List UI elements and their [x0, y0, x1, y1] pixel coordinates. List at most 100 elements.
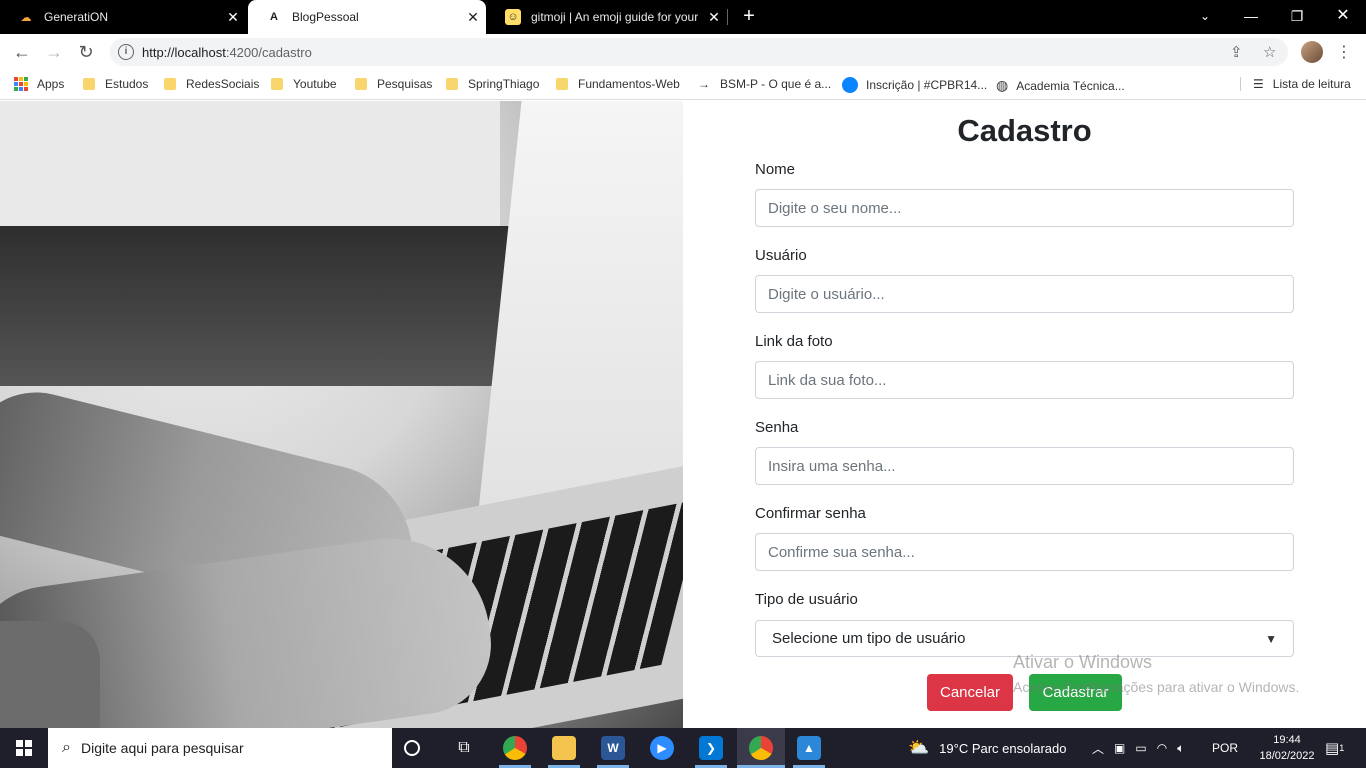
back-icon[interactable]: ←	[10, 40, 34, 64]
notifications-icon[interactable]: ▤ 1	[1325, 728, 1344, 768]
bookmark-apps[interactable]: Apps	[14, 77, 64, 91]
name-input[interactable]	[755, 189, 1294, 227]
gitmoji-icon: ☺	[505, 9, 521, 25]
restore-button[interactable]: ❐	[1274, 0, 1320, 34]
volume-icon: 🔈︎	[1177, 740, 1185, 755]
page-content: Cadastro Nome Usuário Link da foto Senha…	[0, 101, 1366, 728]
address-bar[interactable]: i http://localhost:4200/cadastro ⇪ ☆	[110, 38, 1288, 66]
globe-icon: ◍	[996, 77, 1009, 93]
windows-logo-icon	[16, 740, 32, 756]
zoom-icon[interactable]: ▶	[650, 736, 674, 760]
windows-taskbar: ⌕ Digite aqui para pesquisar ⧉ W ▶ ❯ ▲ ⛅…	[0, 728, 1366, 768]
bookmark-star-icon[interactable]: ☆	[1263, 43, 1276, 61]
reading-list-icon: ☰	[1253, 77, 1264, 91]
angular-icon: A	[270, 11, 278, 23]
apps-grid-icon	[14, 77, 28, 91]
bookmarks-bar: Apps Estudos RedesSociais Youtube Pesqui…	[0, 70, 1366, 100]
photos-icon[interactable]: ▲	[797, 736, 821, 760]
photo-link-label: Link da foto	[755, 333, 833, 350]
cortana-icon[interactable]	[404, 740, 420, 756]
tab-title: BlogPessoal	[292, 10, 359, 24]
register-form: Cadastro Nome Usuário Link da foto Senha…	[683, 101, 1366, 728]
folder-icon	[355, 78, 367, 90]
bookmark-folder[interactable]: Youtube	[271, 77, 337, 91]
weather-widget[interactable]: ⛅ 19°C Parc ensolarado	[908, 728, 1067, 768]
arrow-icon: →	[698, 77, 710, 91]
name-label: Nome	[755, 161, 796, 178]
browser-tab-strip: ☁ GeneratiON ✕ A BlogPessoal ✕ ☺ gitmoji…	[0, 0, 1366, 34]
minimize-button[interactable]: —	[1228, 0, 1274, 34]
url-text[interactable]: http://localhost:4200/cadastro	[142, 45, 312, 60]
username-input[interactable]	[755, 275, 1294, 313]
close-tab-icon[interactable]: ✕	[701, 9, 727, 26]
tab-title: gitmoji | An emoji guide for your	[531, 10, 699, 24]
bookmark-folder[interactable]: Fundamentos-Web	[556, 77, 680, 91]
username-label: Usuário	[755, 247, 807, 264]
folder-icon	[83, 78, 95, 90]
battery-icon: ▭	[1135, 741, 1147, 755]
clock-date: 18/02/2022	[1259, 750, 1315, 762]
clock-time: 19:44	[1273, 734, 1301, 746]
search-icon: ⌕	[62, 739, 71, 756]
weather-text: 19°C Parc ensolarado	[939, 740, 1067, 756]
new-tab-button[interactable]: +	[738, 6, 760, 28]
forward-icon[interactable]: →	[42, 40, 66, 64]
bookmark-link[interactable]: ◍ Academia Técnica...	[996, 77, 1125, 94]
chrome-profile-icon[interactable]	[749, 736, 773, 760]
search-placeholder: Digite aqui para pesquisar	[80, 740, 244, 756]
start-button[interactable]	[0, 728, 48, 768]
tab-gitmoji[interactable]: ☺ gitmoji | An emoji guide for your ✕	[487, 0, 727, 34]
cancel-button[interactable]: Cancelar	[927, 674, 1013, 711]
taskbar-search[interactable]: ⌕ Digite aqui para pesquisar	[48, 728, 392, 768]
circle-icon	[842, 77, 858, 93]
tab-title: GeneratiON	[44, 10, 109, 24]
profile-avatar[interactable]	[1301, 41, 1323, 63]
site-info-icon[interactable]: i	[118, 44, 134, 60]
hero-image	[0, 101, 683, 728]
vscode-icon[interactable]: ❯	[699, 736, 723, 760]
word-icon[interactable]: W	[601, 736, 625, 760]
tray-icons[interactable]: ︿ ▣ ▭ ◠ 🔈︎	[1092, 728, 1184, 768]
reload-icon[interactable]: ↻	[74, 40, 98, 64]
user-type-selected: Selecione um tipo de usuário	[772, 630, 966, 647]
photo-link-input[interactable]	[755, 361, 1294, 399]
page-title: Cadastro	[957, 113, 1092, 148]
chrome-icon[interactable]	[503, 736, 527, 760]
folder-icon	[271, 78, 283, 90]
user-type-label: Tipo de usuário	[755, 591, 858, 608]
close-tab-icon[interactable]: ✕	[460, 9, 486, 26]
user-type-select[interactable]: Selecione um tipo de usuário ▼	[755, 620, 1294, 657]
clock[interactable]: 19:44 18/02/2022	[1257, 732, 1317, 764]
confirm-password-input[interactable]	[755, 533, 1294, 571]
weather-icon: ⛅	[908, 738, 930, 757]
tab-generation[interactable]: ☁ GeneratiON ✕	[0, 0, 246, 34]
browser-menu-icon[interactable]: ⋮	[1336, 42, 1352, 62]
register-button[interactable]: Cadastrar	[1029, 674, 1122, 711]
bookmark-folder[interactable]: Pesquisas	[355, 77, 432, 91]
close-tab-icon[interactable]: ✕	[220, 9, 246, 26]
wifi-icon: ◠	[1156, 741, 1168, 755]
bookmark-link[interactable]: → BSM-P - O que é a...	[698, 77, 831, 91]
close-window-button[interactable]: ✕	[1320, 0, 1366, 34]
tab-separator	[727, 9, 728, 25]
folder-icon	[556, 78, 568, 90]
bookmark-link[interactable]: Inscrição | #CPBR14...	[842, 77, 987, 93]
tab-blogpessoal[interactable]: A BlogPessoal ✕	[248, 0, 486, 34]
chevron-down-icon: ▼	[1265, 631, 1277, 646]
browser-toolbar: ← → ↻ i http://localhost:4200/cadastro ⇪…	[0, 34, 1366, 70]
task-view-icon[interactable]: ⧉	[452, 736, 476, 760]
bookmark-folder[interactable]: SpringThiago	[446, 77, 539, 91]
language-indicator[interactable]: POR	[1212, 728, 1238, 768]
bookmark-folder[interactable]: RedesSociais	[164, 77, 259, 91]
notification-count: 1	[1339, 743, 1345, 753]
chevron-up-icon: ︿	[1092, 741, 1105, 756]
share-icon[interactable]: ⇪	[1230, 43, 1243, 61]
meet-now-icon: ▣	[1114, 741, 1126, 755]
tab-search-icon[interactable]: ⌄	[1182, 0, 1228, 34]
folder-icon	[446, 78, 458, 90]
password-input[interactable]	[755, 447, 1294, 485]
bookmark-folder[interactable]: Estudos	[83, 77, 148, 91]
reading-list[interactable]: ☰ Lista de leitura	[1240, 77, 1351, 91]
password-label: Senha	[755, 419, 799, 436]
file-explorer-icon[interactable]	[552, 736, 576, 760]
